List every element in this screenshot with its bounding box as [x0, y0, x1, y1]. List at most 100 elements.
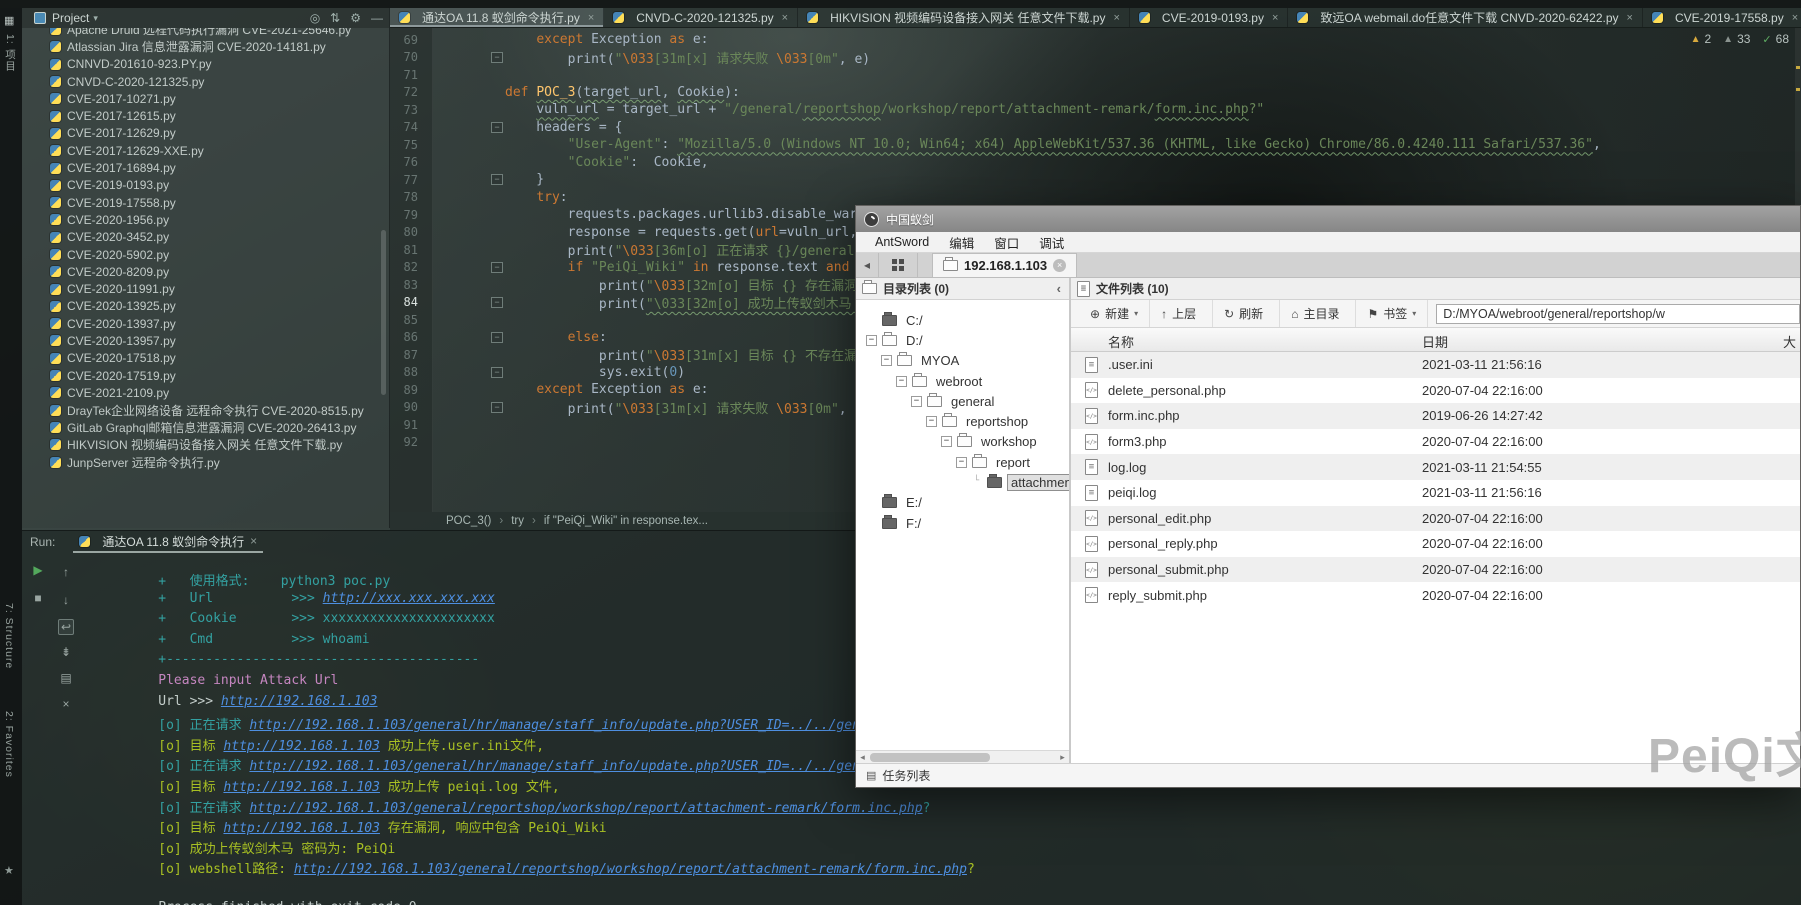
editor-tab[interactable]: CVE-2019-0193.py × — [1130, 8, 1289, 27]
shell-tab[interactable]: 192.168.1.103 × — [932, 253, 1077, 277]
tree-expander-icon[interactable] — [926, 416, 937, 427]
close-icon[interactable]: × — [1627, 12, 1633, 24]
project-tree-item[interactable]: CVE-2017-12629-XXE.py — [22, 142, 389, 159]
menu-item[interactable]: AntSword — [866, 234, 938, 250]
fold-icon[interactable] — [491, 104, 503, 115]
table-row[interactable]: reply_submit.php 2020-07-04 22:16:00 — [1071, 582, 1800, 608]
table-row[interactable]: delete_personal.php 2020-07-04 22:16:00 — [1071, 378, 1800, 404]
console-link[interactable]: http://192.168.1.103 — [223, 780, 380, 795]
print-button[interactable]: ▤ — [58, 671, 74, 685]
fold-icon[interactable] — [491, 34, 503, 45]
fold-icon[interactable] — [491, 52, 503, 63]
tree-row[interactable]: attachment-re — [856, 472, 1069, 492]
close-icon[interactable]: × — [782, 12, 788, 24]
locate-icon[interactable]: ◎ — [310, 11, 320, 25]
menu-item[interactable]: 调试 — [1030, 232, 1073, 253]
project-tree-item[interactable]: CVE-2017-16894.py — [22, 159, 389, 176]
tree-row[interactable]: MYOA — [856, 351, 1069, 371]
project-tree-item[interactable]: JunpServer 远程命令执行.py — [22, 453, 389, 470]
tree-expander-icon[interactable] — [866, 497, 877, 508]
fold-icon[interactable] — [491, 69, 503, 80]
fold-icon[interactable] — [491, 87, 503, 98]
tree-row[interactable]: reportshop — [856, 411, 1069, 431]
toolwindow-favorites-button[interactable]: 2: Favorites — [3, 711, 15, 778]
scrollbar-thumb[interactable] — [870, 753, 990, 762]
project-tree-item[interactable]: CNVD-C-2020-121325.py — [22, 73, 389, 90]
tree-row[interactable]: workshop — [856, 432, 1069, 452]
fold-icon[interactable] — [491, 209, 503, 220]
project-tree-item[interactable]: CVE-2017-10271.py — [22, 90, 389, 107]
table-row[interactable]: .user.ini 2021-03-11 21:56:16 — [1071, 352, 1800, 378]
tree-expander-icon[interactable] — [896, 376, 907, 387]
fold-icon[interactable] — [491, 314, 503, 325]
breadcrumb-item[interactable]: POC_3() — [446, 515, 491, 527]
up-stack-button[interactable]: ↑ — [58, 565, 74, 579]
toolwindow-structure-button[interactable]: 7: Structure — [3, 603, 15, 669]
column-date[interactable]: 日期 — [1422, 332, 1448, 351]
stop-button[interactable]: ■ — [30, 591, 46, 605]
project-tree-item[interactable]: CVE-2020-11991.py — [22, 280, 389, 297]
project-tree-item[interactable]: Apache Druid 远程代码执行漏洞 CVE-2021-25646.py — [22, 28, 389, 38]
run-tab[interactable]: 通达OA 11.8 蚁剑命令执行 × — [73, 531, 263, 553]
collapse-all-icon[interactable]: ⇅ — [330, 11, 340, 25]
soft-wrap-button[interactable]: ↩ — [58, 619, 74, 635]
tree-expander-icon[interactable] — [956, 457, 967, 468]
tree-expander-icon[interactable] — [866, 518, 877, 529]
toolbar-button[interactable]: ⌂ 主目录 — [1280, 300, 1356, 327]
favorites-star-icon[interactable]: ★ — [4, 864, 14, 877]
close-icon[interactable]: × — [1272, 12, 1278, 24]
table-row[interactable]: personal_submit.php 2020-07-04 22:16:00 — [1071, 557, 1800, 583]
horizontal-scrollbar[interactable]: ◂ ▸ — [856, 750, 1069, 763]
tree-expander-icon[interactable] — [911, 396, 922, 407]
clear-console-button[interactable]: × — [58, 697, 74, 711]
fold-icon[interactable] — [491, 139, 503, 150]
fold-icon[interactable] — [491, 157, 503, 168]
rerun-button[interactable]: ▶ — [30, 563, 46, 577]
fold-icon[interactable] — [491, 384, 503, 395]
fold-icon[interactable] — [491, 192, 503, 203]
down-stack-button[interactable]: ↓ — [58, 593, 74, 607]
toolbar-button[interactable]: ⚑ 书签 ▾ — [1356, 300, 1428, 327]
project-tree-item[interactable]: CVE-2020-8209.py — [22, 263, 389, 280]
chevron-down-icon[interactable]: ▾ — [93, 13, 98, 24]
project-tree-item[interactable]: CVE-2020-13937.py — [22, 315, 389, 332]
project-tree-item[interactable]: CVE-2020-17518.py — [22, 350, 389, 367]
column-name[interactable]: 名称 — [1108, 332, 1134, 351]
table-row[interactable]: peiqi.log 2021-03-11 21:56:16 — [1071, 480, 1800, 506]
tree-row[interactable]: E:/ — [856, 493, 1069, 513]
project-tree-item[interactable]: CVE-2017-12629.py — [22, 125, 389, 142]
fold-icon[interactable] — [491, 367, 503, 378]
toolbar-button[interactable]: ↻ 刷新 — [1213, 300, 1280, 327]
project-tree-item[interactable]: CVE-2019-0193.py — [22, 177, 389, 194]
scroll-to-end-button[interactable]: ⇟ — [58, 645, 74, 659]
console-link[interactable]: http://192.168.1.103 — [223, 821, 380, 836]
tree-row[interactable]: F:/ — [856, 513, 1069, 533]
menu-item[interactable]: 窗口 — [985, 232, 1028, 253]
back-arrow-icon[interactable]: ◂ — [856, 253, 878, 277]
project-tree-item[interactable]: CVE-2020-5902.py — [22, 246, 389, 263]
antsword-window[interactable]: 中国蚁剑 AntSword编辑窗口调试 ◂ 192.168.1.103 × 目录… — [855, 205, 1801, 788]
scroll-left-icon[interactable]: ◂ — [856, 751, 869, 763]
tree-row[interactable]: general — [856, 391, 1069, 411]
breadcrumb-item[interactable]: if "PeiQi_Wiki" in response.tex... — [544, 515, 708, 527]
table-row[interactable]: form.inc.php 2019-06-26 14:27:42 — [1071, 403, 1800, 429]
menu-item[interactable]: 编辑 — [940, 232, 983, 253]
hide-panel-icon[interactable]: — — [371, 11, 383, 25]
tree-expander-icon[interactable] — [866, 315, 877, 326]
project-scrollbar[interactable] — [381, 230, 386, 395]
tree-expander-icon[interactable] — [881, 355, 892, 366]
editor-tab[interactable]: HIKVISION 视频编码设备接入网关 任意文件下载.py × — [798, 8, 1130, 27]
shell-grid-icon[interactable] — [878, 253, 918, 277]
close-icon[interactable]: × — [588, 12, 594, 24]
table-row[interactable]: personal_reply.php 2020-07-04 22:16:00 — [1071, 531, 1800, 557]
project-tree-item[interactable]: CVE-2017-12615.py — [22, 107, 389, 124]
tree-expander-icon[interactable] — [941, 436, 952, 447]
fold-icon[interactable] — [491, 419, 503, 430]
project-tree-item[interactable]: CVE-2020-3452.py — [22, 229, 389, 246]
fold-icon[interactable] — [491, 279, 503, 290]
tree-row[interactable]: webroot — [856, 371, 1069, 391]
antsword-titlebar[interactable]: 中国蚁剑 — [856, 206, 1800, 232]
toolwindow-project-button[interactable]: 1: 项目 — [3, 34, 18, 72]
console-link[interactable]: http://192.168.1.103 — [223, 739, 380, 754]
fold-icon[interactable] — [491, 297, 503, 308]
